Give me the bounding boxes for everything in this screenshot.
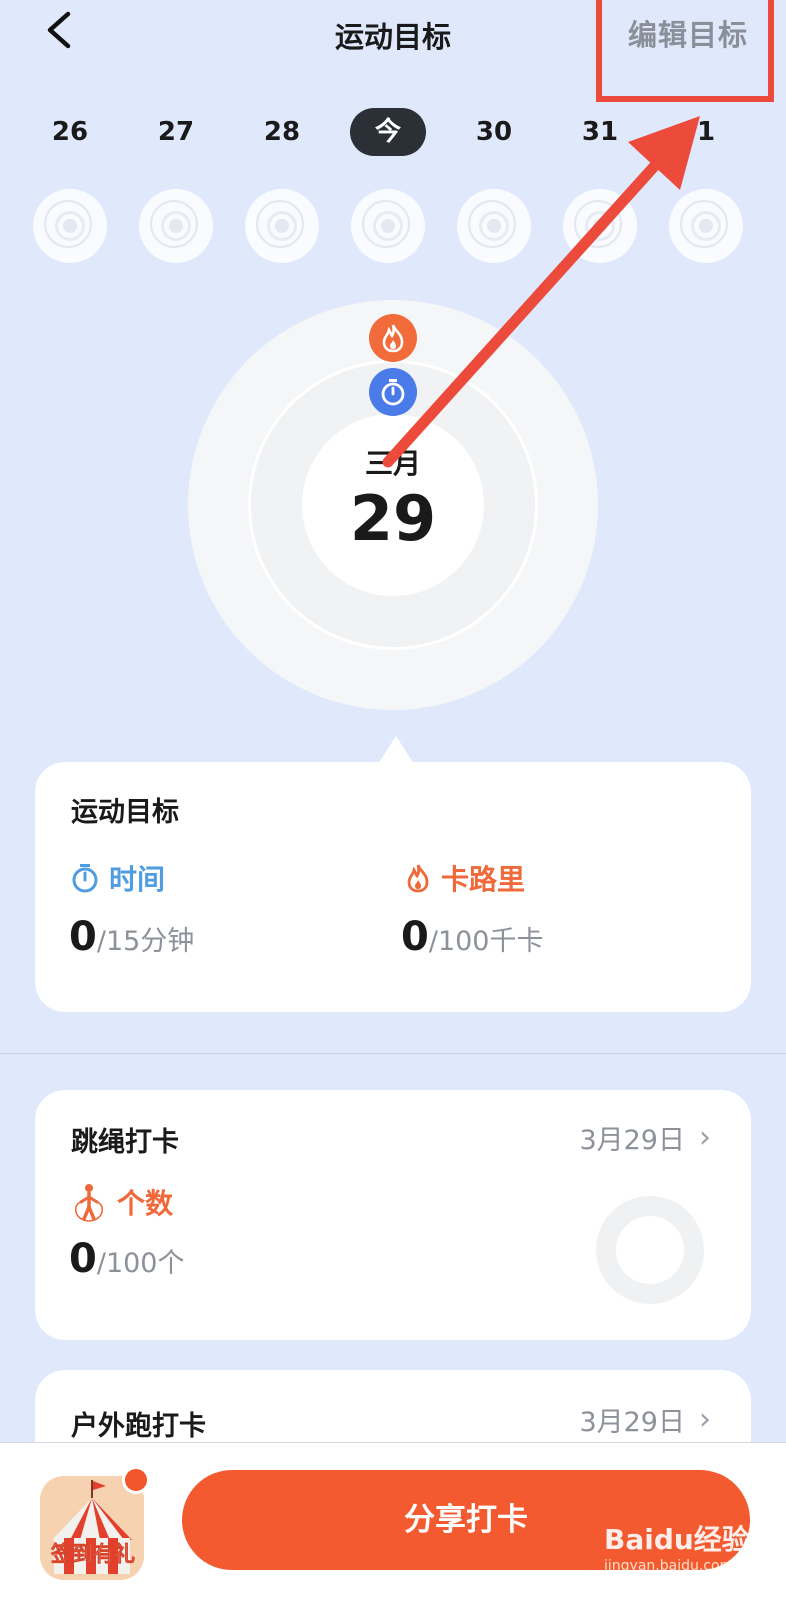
- chevron-right-icon: ›: [699, 1120, 711, 1155]
- jump-rope-icon: [74, 1184, 104, 1222]
- card-title: 运动目标: [71, 797, 179, 828]
- count-metric-label: 个数: [71, 1182, 173, 1222]
- calories-metric-value: 0/100千卡: [401, 914, 544, 960]
- fire-icon: [407, 864, 429, 893]
- time-metric-value: 0/15分钟: [69, 914, 195, 960]
- watermark-brand: Baidu经验: [604, 1523, 750, 1556]
- time-metric-label: 时间: [71, 858, 165, 898]
- card-date-link[interactable]: 3月29日 ›: [579, 1118, 711, 1157]
- section-divider: [0, 1053, 786, 1054]
- checkin-gift-label: 签到有礼: [51, 1542, 136, 1567]
- watermark-url: jingyan.baidu.com: [604, 1558, 734, 1574]
- card-date-link[interactable]: 3月29日 ›: [579, 1400, 711, 1439]
- card-title: 户外跑打卡: [71, 1411, 206, 1442]
- jump-rope-progress-ring: [596, 1196, 704, 1304]
- count-metric-value: 0/100个: [69, 1236, 185, 1282]
- exercise-goal-card: 运动目标 时间 0/15分钟 卡路里 0/100千卡: [35, 762, 751, 1012]
- card-title: 跳绳打卡: [71, 1127, 179, 1158]
- dial-pointer: [378, 736, 414, 764]
- stopwatch-icon: [72, 864, 98, 893]
- calories-metric-label: 卡路里: [405, 858, 525, 898]
- notification-dot: [122, 1466, 150, 1494]
- chevron-right-icon: ›: [699, 1402, 711, 1437]
